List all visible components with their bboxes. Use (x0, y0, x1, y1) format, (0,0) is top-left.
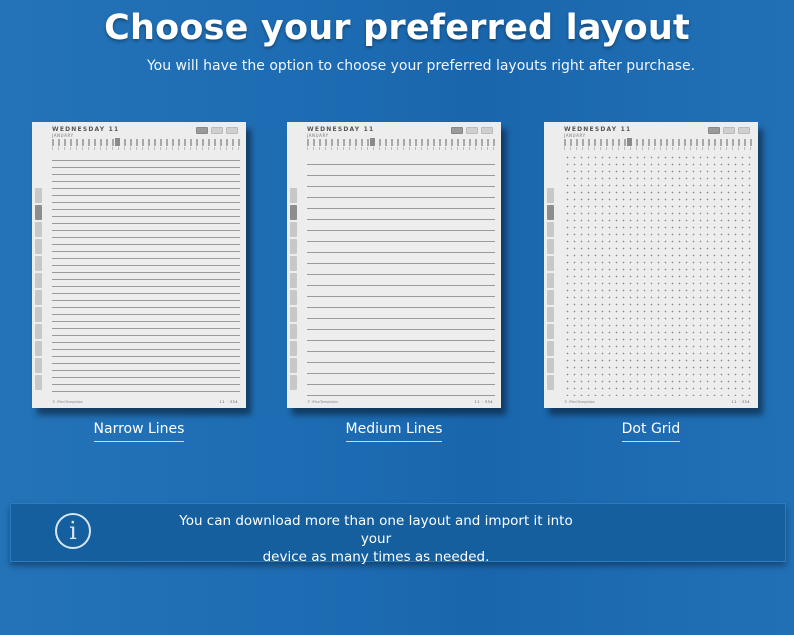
preview-date: WEDNESDAY 11 (52, 126, 120, 133)
preview-day-strip (52, 139, 240, 146)
preview-footer-right: 11 · 334 (474, 400, 493, 404)
page-subtitle: You will have the option to choose your … (146, 58, 696, 74)
layout-card-narrow-lines[interactable]: WEDNESDAY 11 JANUARY © iPlanTemplates 11… (32, 122, 246, 408)
layout-preview-medium-lines: WEDNESDAY 11 JANUARY © iPlanTemplates 11… (287, 122, 501, 408)
narrow-lines-area (52, 154, 240, 396)
preview-footer-left: © iPlanTemplates (52, 400, 83, 404)
info-text: You can download more than one layout an… (179, 513, 573, 565)
layout-preview-narrow-lines: WEDNESDAY 11 JANUARY © iPlanTemplates 11… (32, 122, 246, 408)
info-banner: i You can download more than one layout … (10, 503, 786, 565)
preview-footer-right: 11 · 334 (731, 400, 750, 404)
info-icon: i (55, 513, 91, 549)
layout-label-narrow-lines[interactable]: Narrow Lines (32, 421, 246, 442)
preview-footer-right: 11 · 334 (219, 400, 238, 404)
preview-month-tabs (547, 188, 554, 398)
layout-card-medium-lines[interactable]: WEDNESDAY 11 JANUARY © iPlanTemplates 11… (287, 122, 501, 408)
preview-tabs (708, 127, 750, 134)
preview-day-strip (564, 139, 752, 146)
preview-month-tabs (35, 188, 42, 398)
preview-month-tabs (290, 188, 297, 398)
layout-preview-dot-grid: WEDNESDAY 11 JANUARY © iPlanTemplates 11… (544, 122, 758, 408)
preview-date: WEDNESDAY 11 (307, 126, 375, 133)
preview-today-marker (115, 138, 120, 146)
layout-label-dot-grid[interactable]: Dot Grid (544, 421, 758, 442)
preview-footer-left: © iPlanTemplates (564, 400, 595, 404)
preview-tabs (196, 127, 238, 134)
medium-lines-area (307, 154, 495, 396)
preview-month: JANUARY (307, 133, 329, 138)
page-title: Choose your preferred layout (104, 8, 690, 48)
preview-today-marker (370, 138, 375, 146)
preview-day-strip (307, 139, 495, 146)
preview-footer-left: © iPlanTemplates (307, 400, 338, 404)
preview-month: JANUARY (52, 133, 74, 138)
preview-tabs (451, 127, 493, 134)
preview-today-marker (627, 138, 632, 146)
layout-card-dot-grid[interactable]: WEDNESDAY 11 JANUARY © iPlanTemplates 11… (544, 122, 758, 408)
dot-grid-area (564, 154, 752, 396)
preview-date: WEDNESDAY 11 (564, 126, 632, 133)
preview-month: JANUARY (564, 133, 586, 138)
layout-label-medium-lines[interactable]: Medium Lines (287, 421, 501, 442)
